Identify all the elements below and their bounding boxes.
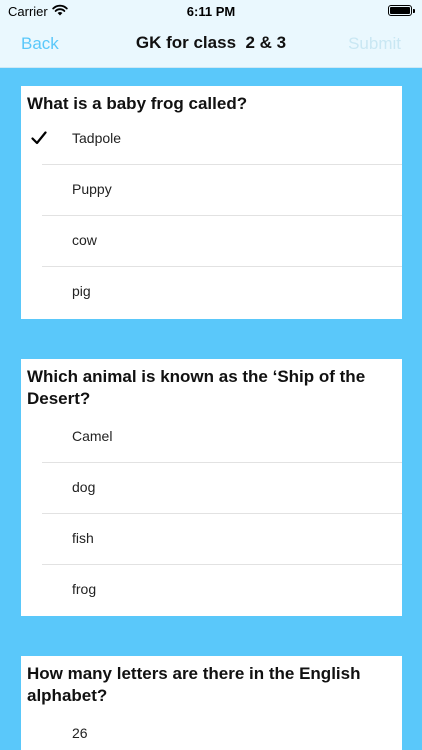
option-label: dog [72,479,96,495]
option-row[interactable]: cow [21,216,402,267]
battery-icon [388,5,415,16]
back-button[interactable]: Back [21,34,59,54]
option-row[interactable]: 26 [21,709,402,750]
question-card: Which animal is known as the ‘Ship of th… [21,359,402,616]
option-row[interactable]: dog [21,463,402,514]
option-label: Puppy [72,181,112,197]
navigation-bar: Back GK for class 2 & 3 Submit [0,22,422,66]
submit-button[interactable]: Submit [348,34,401,54]
option-row[interactable]: Tadpole [21,114,402,165]
option-row[interactable]: Puppy [21,165,402,216]
question-card: How many letters are there in the Englis… [21,656,402,750]
option-label: fish [72,530,94,546]
option-label: pig [72,283,91,299]
question-text: Which animal is known as the ‘Ship of th… [27,367,366,408]
status-bar: Carrier 6:11 PM [0,0,422,22]
question-card: What is a baby frog called? Tadpole Pupp… [21,86,402,319]
option-label: Tadpole [72,130,122,146]
option-row[interactable]: pig [21,267,402,318]
option-label: frog [72,581,97,597]
top-bar: Carrier 6:11 PM Back GK for class 2 & 3 … [0,0,422,68]
status-time: 6:11 PM [186,4,236,19]
question-text: How many letters are there in the Englis… [27,664,361,705]
option-label: Camel [72,428,113,444]
option-label: cow [72,232,97,248]
option-label: 26 [72,725,88,741]
option-row[interactable]: Camel [21,412,402,463]
option-row[interactable]: fish [21,514,402,565]
option-row[interactable]: frog [21,565,402,616]
checkmark-icon [31,131,47,145]
